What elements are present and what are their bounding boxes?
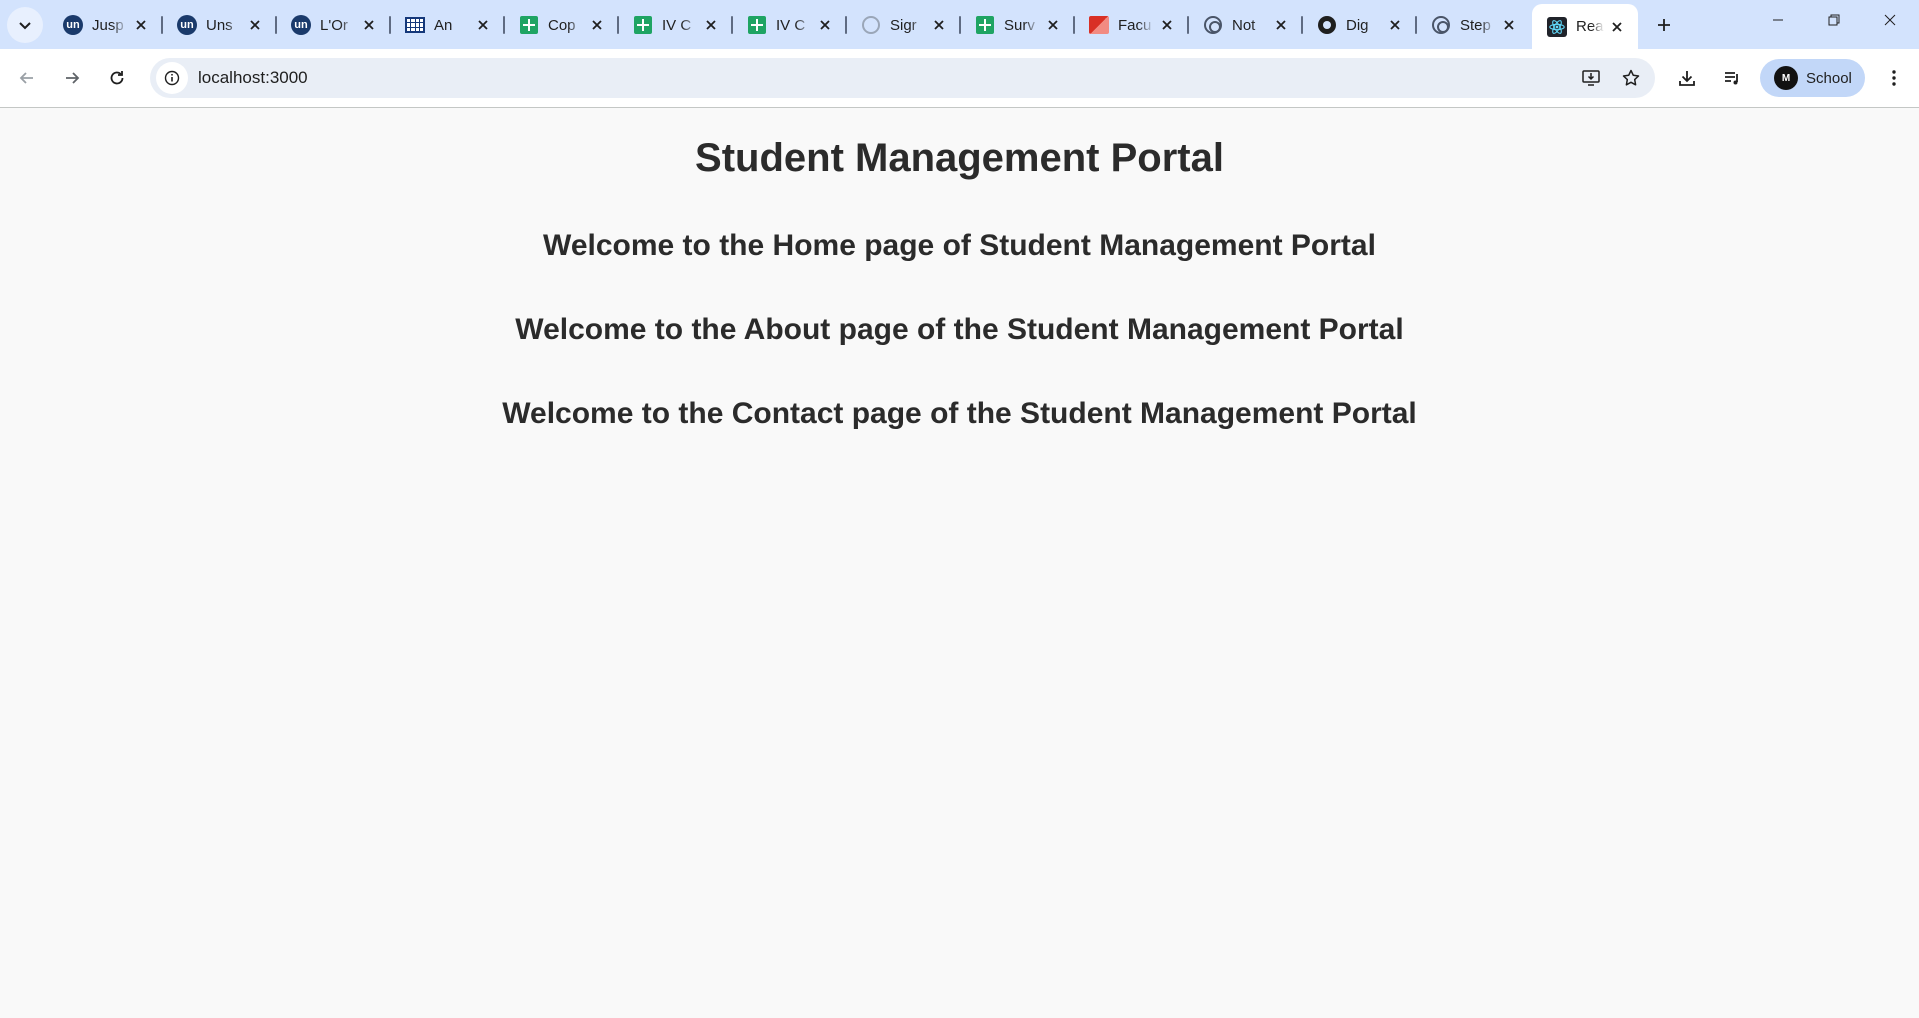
close-icon[interactable] [1042,14,1064,36]
close-icon[interactable] [1156,14,1178,36]
page-content: Student Management Portal Welcome to the… [0,109,1919,1018]
browser-tab[interactable]: Facu [1074,7,1189,43]
star-icon [1622,69,1640,86]
avatar: M [1774,66,1798,90]
close-icon[interactable] [1384,14,1406,36]
openai-icon [1202,14,1224,36]
reload-button[interactable] [99,60,135,96]
close-icon[interactable] [358,14,380,36]
browser-tab-active[interactable]: Rea [1532,4,1638,49]
browser-tab[interactable]: Not [1188,7,1303,43]
browser-tab[interactable]: IV C [618,7,733,43]
back-button[interactable] [9,60,45,96]
url-text[interactable]: localhost:3000 [198,68,308,88]
close-icon[interactable] [586,14,608,36]
red-doc-icon [1088,14,1110,36]
chevron-down-icon [19,22,31,30]
minimize-button[interactable] [1750,0,1805,40]
browser-tab[interactable]: un Jusp [48,7,163,43]
browser-tab[interactable]: Surv [960,7,1075,43]
close-icon[interactable] [1270,14,1292,36]
omnibox-actions [1567,62,1647,94]
page-title: Student Management Portal [695,136,1224,180]
sheets-icon [518,14,540,36]
close-window-button[interactable] [1862,0,1917,40]
close-icon [1884,14,1895,26]
about-heading: Welcome to the About page of the Student… [515,313,1404,346]
reload-icon [110,71,124,85]
more-vert-icon [1892,70,1896,86]
close-icon[interactable] [814,14,836,36]
address-bar[interactable]: localhost:3000 [150,58,1655,98]
close-icon[interactable] [472,14,494,36]
unstop-icon: un [62,14,84,36]
tab-title: IV C [662,16,692,34]
profile-button[interactable]: M School [1760,59,1865,97]
browser-tab[interactable]: un Uns [162,7,277,43]
tab-strip: un Jusp un Uns un L'Or An Cop IV C IV C [0,0,1919,49]
browser-tab[interactable]: Cop [504,7,619,43]
home-heading: Welcome to the Home page of Student Mana… [543,229,1376,262]
browser-tab[interactable]: An [390,7,505,43]
site-info-button[interactable] [156,62,188,94]
tab-title: Dig [1346,16,1369,34]
download-icon [1679,71,1695,86]
globe-icon [860,14,882,36]
tab-title: Rea [1576,18,1604,35]
tab-search-button[interactable] [7,7,43,43]
close-icon[interactable] [1498,14,1520,36]
browser-tab[interactable]: Dig [1302,7,1417,43]
browser-tab[interactable]: un L'Or [276,7,391,43]
browser-tab[interactable]: IV C [732,7,847,43]
new-tab-button[interactable] [1650,11,1678,39]
install-app-button[interactable] [1575,62,1607,94]
tab-title: Surv [1004,16,1035,34]
restore-button[interactable] [1806,0,1861,40]
github-icon [1316,14,1338,36]
restore-icon [1828,14,1839,26]
close-icon[interactable] [244,14,266,36]
unstop-icon: un [290,14,312,36]
contact-heading: Welcome to the Contact page of the Stude… [502,397,1417,430]
close-icon[interactable] [700,14,722,36]
tab-title: Sigr [890,16,917,34]
tab-title: Step [1460,16,1491,34]
tab-title: An [434,16,453,34]
media-controls-button[interactable] [1714,60,1750,96]
close-icon[interactable] [1606,16,1628,38]
react-icon [1546,16,1568,38]
install-icon [1582,70,1600,86]
openai-icon [1430,14,1452,36]
profile-label: School [1806,69,1852,87]
bookmark-button[interactable] [1615,62,1647,94]
sheets-icon [974,14,996,36]
tab-title: Uns [206,16,233,34]
tab-title: Cop [548,16,576,34]
queue-music-icon [1725,72,1738,85]
close-icon[interactable] [928,14,950,36]
downloads-button[interactable] [1669,60,1705,96]
browser-tab[interactable]: Step [1416,7,1530,43]
close-icon[interactable] [130,14,152,36]
sheets-icon [746,14,768,36]
tab-title: Not [1232,16,1256,34]
menu-button[interactable] [1876,60,1912,96]
tab-title: Facu [1118,16,1152,34]
unstop-icon: un [176,14,198,36]
tab-title: L'Or [320,16,348,34]
browser-tab[interactable]: Sigr [846,7,961,43]
minimize-icon [1772,19,1783,21]
info-icon [164,70,180,86]
arrow-left-icon [19,72,33,84]
tab-title: IV C [776,16,806,34]
tab-title: Jusp [92,16,124,34]
sheets-icon [632,14,654,36]
plus-icon [1658,19,1670,31]
ieee-icon [404,14,426,36]
forward-button[interactable] [54,60,90,96]
arrow-right-icon [66,72,80,84]
browser-toolbar: localhost:3000 M School [0,49,1919,108]
